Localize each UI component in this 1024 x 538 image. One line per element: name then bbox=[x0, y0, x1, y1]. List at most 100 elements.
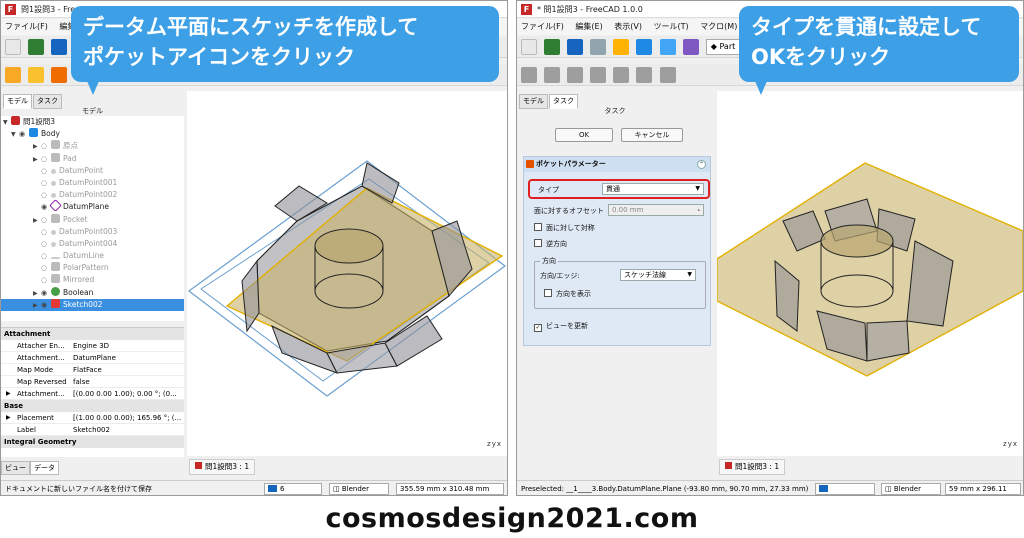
eye-icon[interactable]: ◉ bbox=[19, 128, 29, 140]
view-top-icon[interactable] bbox=[590, 67, 607, 83]
left-document-tab[interactable]: 問1設問3 : 1 bbox=[189, 459, 256, 475]
view-axonometric-icon[interactable] bbox=[544, 67, 561, 83]
undo-icon[interactable] bbox=[613, 39, 630, 55]
print-icon[interactable] bbox=[590, 39, 607, 55]
view-front-icon[interactable] bbox=[567, 67, 584, 83]
right-document-tab[interactable]: 問1設問3 : 1 bbox=[719, 459, 786, 475]
eye-icon[interactable]: ◉ bbox=[41, 287, 51, 299]
eye-hidden-icon[interactable]: ◌ bbox=[41, 274, 51, 286]
prop-row[interactable]: Map Mode FlatFace bbox=[1, 364, 184, 376]
checkbox-icon bbox=[544, 289, 552, 297]
redo-icon[interactable] bbox=[636, 39, 653, 55]
view-right-icon[interactable] bbox=[613, 67, 630, 83]
document-icon bbox=[725, 462, 732, 469]
document-icon bbox=[195, 462, 202, 469]
spin-icon: ▴ bbox=[697, 207, 700, 213]
tree-item-datumpoint002[interactable]: ◌ DatumPoint002 bbox=[1, 189, 184, 201]
part-tool-icon[interactable] bbox=[659, 67, 676, 83]
tree-item-datumpoint001[interactable]: ◌ DatumPoint001 bbox=[1, 177, 184, 189]
menu-macro[interactable]: マクロ(M) bbox=[700, 22, 737, 31]
eye-hidden-icon[interactable]: ◌ bbox=[41, 177, 51, 189]
tree-item-origin[interactable]: ▶ ◌ 原点 bbox=[1, 140, 184, 152]
reversed-checkbox[interactable]: 逆方向 bbox=[534, 239, 567, 249]
ok-button[interactable]: OK bbox=[555, 128, 613, 142]
offset-input[interactable]: 0.00 mm ▴ bbox=[608, 204, 704, 216]
tree-item-body[interactable]: ▼ ◉ Body bbox=[1, 128, 71, 140]
eye-hidden-icon[interactable]: ◌ bbox=[41, 238, 51, 250]
prop-row[interactable]: Label Sketch002 bbox=[1, 424, 184, 436]
save-icon[interactable] bbox=[567, 39, 584, 55]
draw-style-icon bbox=[268, 485, 277, 492]
macro-icon[interactable] bbox=[682, 39, 699, 55]
navigation-style-combo[interactable]: ◫ Blender bbox=[329, 483, 389, 495]
tree-item-pocket[interactable]: ▶ ◌ Pocket bbox=[1, 213, 184, 226]
update-view-checkbox[interactable]: ✓ ビューを更新 bbox=[534, 321, 588, 332]
prop-row[interactable]: ▶ Attachment... [(0.00 0.00 1.00); 0.00 °;… bbox=[1, 388, 184, 400]
checkbox-icon bbox=[534, 239, 542, 247]
menu-edit[interactable]: 編集(E) bbox=[575, 22, 602, 31]
prop-row[interactable]: Attachment... DatumPlane bbox=[1, 352, 184, 364]
show-direction-checkbox[interactable]: 方向を表示 bbox=[544, 289, 591, 299]
expand-arrow-icon: ▶ bbox=[6, 390, 11, 397]
tree-item-datumpoint[interactable]: ◌ DatumPoint bbox=[1, 165, 184, 177]
eye-icon[interactable]: ◉ bbox=[41, 299, 51, 311]
new-document-icon[interactable] bbox=[5, 39, 21, 55]
tree-item-mirrored[interactable]: ◌ Mirrored bbox=[1, 274, 184, 286]
eye-hidden-icon[interactable]: ◌ bbox=[41, 250, 51, 262]
datum-plane-icon bbox=[49, 199, 62, 213]
eye-hidden-icon[interactable]: ◌ bbox=[41, 262, 51, 274]
left-window-title: 問1設問3 - Fre bbox=[21, 5, 76, 14]
tree-item-datumplane[interactable]: ◉ DatumPlane bbox=[1, 199, 184, 213]
menu-file[interactable]: ファイル(F) bbox=[521, 22, 564, 31]
tree-item-sketch002[interactable]: ▶ ◉ Sketch002 bbox=[1, 298, 184, 311]
open-icon[interactable] bbox=[544, 39, 561, 55]
left-3d-viewport[interactable]: zyx bbox=[187, 91, 507, 456]
tree-item-datumpoint003[interactable]: ◌ DatumPoint003 bbox=[1, 226, 184, 238]
panel-header[interactable]: ポケットパラメーター ⌃ bbox=[524, 157, 710, 172]
eye-hidden-icon[interactable]: ◌ bbox=[41, 214, 51, 226]
tab-view[interactable]: ビュー bbox=[1, 461, 30, 475]
navigation-style-combo[interactable]: ◫ Blender bbox=[881, 483, 941, 495]
direction-edge-combo[interactable]: スケッチ法線 ▼ bbox=[620, 269, 696, 281]
new-document-icon[interactable] bbox=[521, 39, 537, 55]
draw-style-combo[interactable]: 6 bbox=[264, 483, 322, 495]
tree-item-boolean[interactable]: ▶ ◉ Boolean bbox=[1, 286, 184, 299]
cancel-button[interactable]: キャンセル bbox=[621, 128, 683, 142]
eye-hidden-icon[interactable]: ◌ bbox=[41, 165, 51, 177]
property-view: Attachment Attacher En... Engine 3D Attac… bbox=[1, 327, 184, 457]
prop-row[interactable]: Attacher En... Engine 3D bbox=[1, 340, 184, 352]
mirrored-icon bbox=[51, 274, 60, 284]
right-3d-viewport[interactable]: zyx bbox=[716, 91, 1023, 456]
symmetric-checkbox[interactable]: 面に対して対称 bbox=[534, 223, 595, 233]
eye-hidden-icon[interactable]: ◌ bbox=[41, 153, 51, 165]
tree-item-polarpattern[interactable]: ◌ PolarPattern bbox=[1, 262, 184, 274]
pad-icon[interactable] bbox=[5, 67, 21, 83]
tree-item-pad[interactable]: ▶ ◌ Pad bbox=[1, 152, 184, 165]
tree-item-datumline[interactable]: ◌ DatumLine bbox=[1, 250, 184, 262]
dimension-readout: 355.59 mm x 310.48 mm bbox=[396, 483, 504, 495]
menu-view[interactable]: 表示(V) bbox=[614, 22, 642, 31]
tree-item-datumpoint004[interactable]: ◌ DatumPoint004 bbox=[1, 238, 184, 250]
workbench-selector[interactable]: ◆ Part bbox=[705, 39, 741, 55]
open-icon[interactable] bbox=[28, 39, 45, 55]
prop-row[interactable]: ▶ Placement [(1.00 0.00 0.00); 165.96 °; (… bbox=[1, 412, 184, 424]
left-callout-line2: ポケットアイコンをクリック bbox=[83, 45, 355, 69]
menu-file[interactable]: ファイル(F) bbox=[5, 22, 48, 31]
eye-hidden-icon[interactable]: ◌ bbox=[41, 140, 51, 152]
tree-item-document[interactable]: ▼ 問1設問3 bbox=[1, 116, 184, 128]
menu-tools[interactable]: ツール(T) bbox=[654, 22, 689, 31]
revolution-icon[interactable] bbox=[28, 67, 45, 83]
direction-group-title: 方向 bbox=[540, 256, 558, 266]
eye-hidden-icon[interactable]: ◌ bbox=[41, 189, 51, 201]
eye-hidden-icon[interactable]: ◌ bbox=[41, 226, 51, 238]
draw-style-combo[interactable] bbox=[815, 483, 875, 495]
measure-icon[interactable] bbox=[636, 67, 653, 83]
type-highlight-box bbox=[528, 179, 710, 199]
tab-data[interactable]: データ bbox=[30, 461, 59, 475]
save-icon[interactable] bbox=[51, 39, 68, 55]
refresh-icon[interactable] bbox=[659, 39, 676, 55]
pocket-icon[interactable] bbox=[51, 67, 68, 83]
prop-row[interactable]: Map Reversed false bbox=[1, 376, 184, 388]
collapse-icon[interactable]: ⌃ bbox=[697, 160, 706, 169]
view-fit-icon[interactable] bbox=[521, 67, 537, 83]
